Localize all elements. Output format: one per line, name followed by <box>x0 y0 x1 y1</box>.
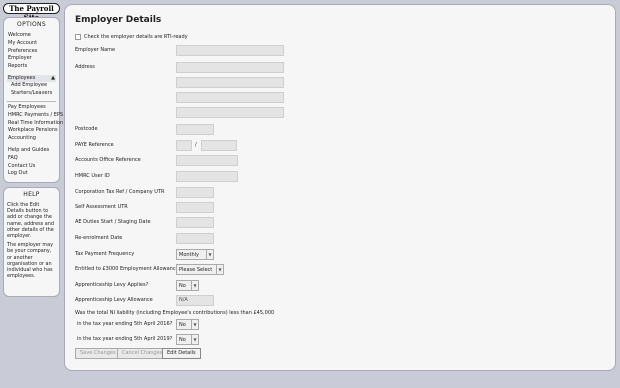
help-text-2: The employer may be your company, or ano… <box>7 242 54 280</box>
nav-welcome[interactable]: Welcome <box>7 32 56 40</box>
postcode-label: Postcode <box>75 126 98 132</box>
cancel-changes-button[interactable]: Cancel Changes <box>117 348 168 359</box>
accounts-office-label: Accounts Office Reference <box>75 157 141 163</box>
paye-label: PAYE Reference <box>75 142 114 148</box>
options-nav: Welcome My Account Preferences Employer … <box>7 32 63 178</box>
allowance-label: Entitled to £3000 Employment Allowance? <box>75 266 182 272</box>
nav-add-employee[interactable]: Add Employee <box>7 82 56 90</box>
nav-real-time-information[interactable]: Real Time Information <box>7 120 63 128</box>
chevron-down-icon: ▼ <box>206 250 213 259</box>
help-title: HELP <box>23 191 40 198</box>
corp-tax-label: Corporation Tax Ref / Company UTR <box>75 189 165 195</box>
address-line-3-field[interactable] <box>176 92 284 103</box>
nav-divider <box>7 101 56 103</box>
paye-office-field[interactable] <box>176 140 192 151</box>
ae-duties-field[interactable] <box>176 217 214 228</box>
site-logo[interactable]: The Payroll Site <box>3 3 60 22</box>
self-assessment-field[interactable] <box>176 202 214 213</box>
ni-year-2019-value: No <box>179 336 186 343</box>
ni-year-2019-select[interactable]: No ▼ <box>176 334 199 345</box>
rti-check-label: Check the employer details are RTI-ready <box>84 34 188 40</box>
levy-allowance-label: Apprenticeship Levy Allowance <box>75 297 153 303</box>
ni-year-2016-label: in the tax year ending 5th April 2016? <box>77 321 173 327</box>
rti-check[interactable]: Check the employer details are RTI-ready <box>75 34 188 40</box>
employer-name-field[interactable] <box>176 45 284 56</box>
employer-details-panel: Employer Details Check the employer deta… <box>64 4 616 371</box>
nav-starters-leavers[interactable]: Starters/Leavers <box>7 90 56 98</box>
allowance-select[interactable]: Please Select ▼ <box>176 264 224 275</box>
reenrolment-label: Re-enrolment Date <box>75 235 123 241</box>
options-panel: OPTIONS Welcome My Account Preferences E… <box>3 17 63 183</box>
nav-reports[interactable]: Reports <box>7 63 56 71</box>
reenrolment-field[interactable] <box>176 233 214 244</box>
nav-pay-employees[interactable]: Pay Employees <box>7 104 56 112</box>
edit-details-button[interactable]: Edit Details <box>162 348 201 359</box>
ae-duties-label: AE Duties Start / Staging Date <box>75 219 151 225</box>
nav-accounting[interactable]: Accounting <box>7 135 56 143</box>
chevron-down-icon: ▼ <box>216 265 223 274</box>
ni-year-2016-value: No <box>179 321 186 328</box>
paye-separator: / <box>195 142 197 148</box>
ni-year-2016-select[interactable]: No ▼ <box>176 319 199 330</box>
nav-preferences[interactable]: Preferences <box>7 48 56 56</box>
nav-faq[interactable]: FAQ <box>7 155 56 163</box>
paye-ref-field[interactable] <box>201 140 237 151</box>
levy-applies-value: No <box>179 282 186 289</box>
nav-employees-section[interactable]: Employees ▲ <box>7 74 56 83</box>
help-panel: HELP Click the Edit Details button to ad… <box>3 187 60 297</box>
address-label: Address <box>75 64 95 70</box>
nav-my-account[interactable]: My Account <box>7 40 56 48</box>
nav-employer[interactable]: Employer <box>7 55 56 63</box>
nav-log-out[interactable]: Log Out <box>7 170 56 178</box>
nav-help-guides[interactable]: Help and Guides <box>7 147 56 155</box>
hmrc-user-field[interactable] <box>176 171 238 182</box>
save-changes-button[interactable]: Save Changes <box>75 348 121 359</box>
ni-year-2019-label: in the tax year ending 5th April 2019? <box>77 336 173 342</box>
nav-hmrc-payments[interactable]: HMRC Payments / EPS <box>7 112 63 120</box>
employer-name-label: Employer Name <box>75 47 116 53</box>
postcode-field[interactable] <box>176 124 214 135</box>
levy-applies-label: Apprenticeship Levy Applies? <box>75 282 149 288</box>
self-assessment-label: Self Assessment UTR <box>75 204 128 210</box>
nav-workplace-pensions[interactable]: Workplace Pensions <box>7 127 58 135</box>
address-line-2-field[interactable] <box>176 77 284 88</box>
chevron-down-icon: ▼ <box>191 335 198 344</box>
ni-question-label: Was the total NI liability (including Em… <box>75 310 275 316</box>
rti-checkbox[interactable] <box>75 34 81 40</box>
tax-frequency-value: Monthly <box>179 251 200 258</box>
chevron-up-icon[interactable]: ▲ <box>51 75 55 83</box>
levy-allowance-field[interactable]: N/A <box>176 295 214 306</box>
help-text-1: Click the Edit Details button to add or … <box>7 202 54 240</box>
nav-contact-us[interactable]: Contact Us <box>7 163 56 171</box>
chevron-down-icon: ▼ <box>191 281 198 290</box>
tax-frequency-label: Tax Payment Frequency <box>75 251 135 257</box>
hmrc-user-label: HMRC User ID <box>75 173 110 179</box>
accounts-office-field[interactable] <box>176 155 238 166</box>
address-line-4-field[interactable] <box>176 107 284 118</box>
options-title: OPTIONS <box>17 21 46 28</box>
address-line-1-field[interactable] <box>176 62 284 73</box>
levy-applies-select[interactable]: No ▼ <box>176 280 199 291</box>
allowance-value: Please Select <box>179 266 213 273</box>
corp-tax-field[interactable] <box>176 187 214 198</box>
chevron-down-icon: ▼ <box>191 320 198 329</box>
nav-employees-label: Employees <box>8 74 36 81</box>
tax-frequency-select[interactable]: Monthly ▼ <box>176 249 214 260</box>
page-title: Employer Details <box>75 15 162 25</box>
